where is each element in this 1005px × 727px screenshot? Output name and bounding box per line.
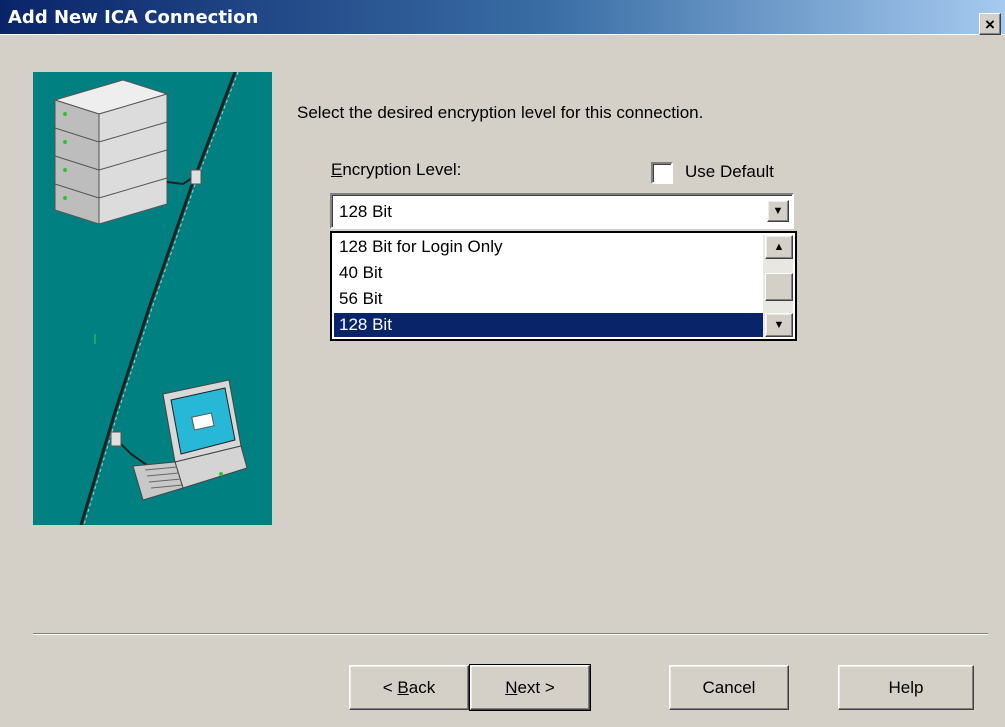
dropdown-arrow-icon[interactable]: ▼ [767,200,789,222]
title-bar[interactable]: Add New ICA Connection × [0,0,1005,35]
scroll-thumb[interactable] [765,273,793,301]
cancel-button[interactable]: Cancel [669,665,789,710]
instruction-text: Select the desired encryption level for … [297,103,704,122]
encryption-level-label: Encryption Level: [331,160,461,180]
label-accelerator: E [331,160,343,179]
button-separator [33,633,988,635]
laptop-icon [110,379,248,501]
label-text: ncryption Level: [342,160,462,179]
close-icon[interactable]: × [979,13,1001,35]
scroll-up-icon[interactable]: ▲ [765,235,793,259]
list-option-128-bit-login-only[interactable]: 128 Bit for Login Only [334,235,763,259]
list-option-128-bit[interactable]: 128 Bit [334,313,763,337]
server-rack-icon [53,79,202,225]
back-prefix: < [382,677,398,697]
list-option-40-bit[interactable]: 40 Bit [334,261,763,285]
use-default-option[interactable]: Use Default [651,160,774,184]
next-label: ext > [517,677,555,697]
encryption-level-dropdown[interactable]: 128 Bit ▼ [330,193,794,229]
list-scrollbar[interactable]: ▲ ▼ [763,235,793,337]
use-default-label[interactable]: Use Default [685,162,774,182]
back-label: ack [408,677,436,697]
list-option-56-bit[interactable]: 56 Bit [334,287,763,311]
next-accelerator: N [505,677,518,697]
encryption-level-list[interactable]: 128 Bit for Login Only 40 Bit 56 Bit 128… [330,231,797,341]
use-default-checkbox[interactable] [651,162,673,184]
dropdown-selected-value: 128 Bit [339,202,392,221]
next-button[interactable]: Next > [469,664,591,711]
window-title: Add New ICA Connection [8,7,259,28]
back-button[interactable]: < Back [349,665,469,710]
wizard-illustration [33,72,272,525]
help-button[interactable]: Help [838,665,974,710]
network-illustration [53,72,248,525]
scroll-down-icon[interactable]: ▼ [765,313,793,337]
back-accelerator: B [397,677,409,697]
